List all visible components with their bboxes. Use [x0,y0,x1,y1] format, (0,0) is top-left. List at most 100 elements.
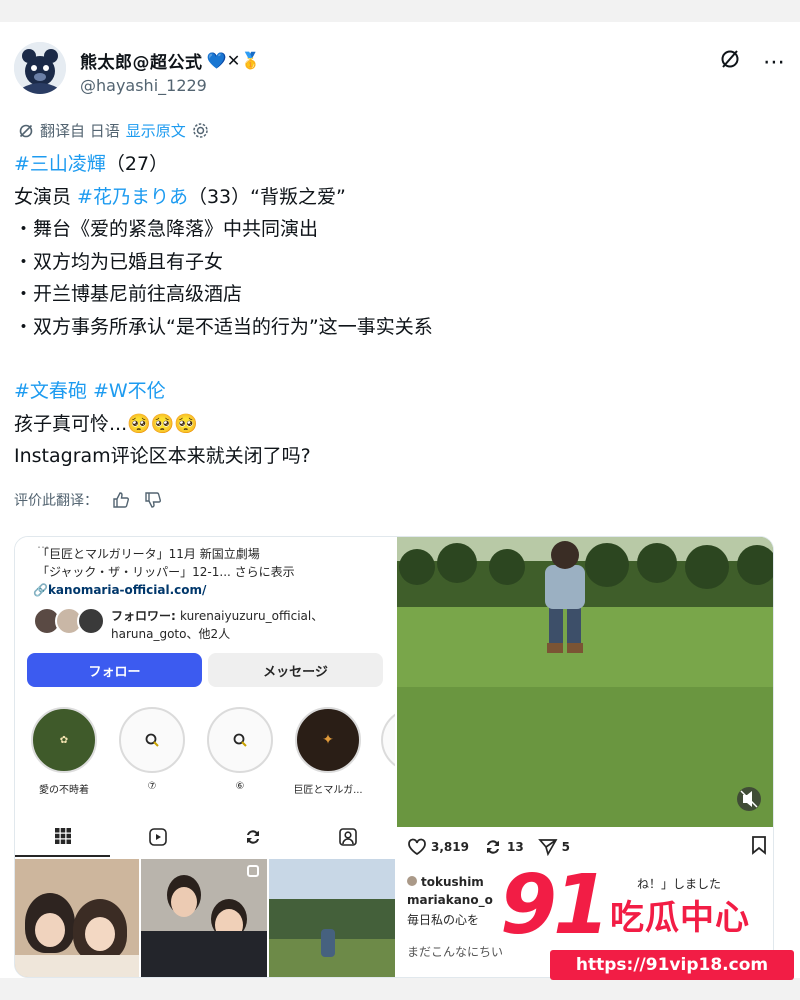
rate-translation-label: 评价此翻译： [14,493,98,509]
follower-avatars [33,607,105,637]
grid-tab-icon[interactable] [15,817,110,857]
settings-gear-icon[interactable] [192,122,209,139]
photo-figure [321,929,335,957]
share-action[interactable]: 5 [537,838,571,856]
heart-icon [408,838,426,856]
post-thumbnail[interactable] [15,859,139,977]
hashtag-link[interactable]: #文春砲 [14,380,87,402]
message-button[interactable]: メッセージ [208,653,383,687]
bookmark-icon[interactable] [751,835,767,860]
photo-face [35,913,65,947]
body-text: 女演员 [14,185,78,208]
highlight-thumb [207,707,273,773]
rate-translation: 评价此翻译： [14,490,162,510]
link-icon: 🔗 [33,583,48,597]
highlight-thumb: ✿ [31,707,97,773]
repost-action[interactable]: 13 [483,838,524,856]
watermark: 91 吃瓜中心 https://91vip18.com [496,858,796,990]
followers-line-1: フォロワー: kurenaiyuzuru_official、 [111,607,323,624]
bio-stage-line-2: 「ジャック・ザ・リッパー」12-1... さらに表示 [37,565,295,579]
highlight-thumb [119,707,185,773]
instagram-profile-screenshot[interactable]: … 「巨匠とマルガリータ」11月 新国立劇場 「ジャック・ザ・リッパー」12-1… [15,537,395,977]
tweet-card: 熊太郎@超公式 💙✕🥇 @hayashi_1229 ⋯ 翻译自 日语 显示原文 … [0,22,800,978]
avatar[interactable] [14,42,66,94]
follow-button[interactable]: フォロー [27,653,202,687]
tagged-tab-icon[interactable] [300,817,395,857]
body-text: （33）“背叛之爱” [187,185,346,208]
followers-line-2: haruna_goto、他2人 [111,627,231,641]
hashtag-link[interactable]: #花乃まりあ [77,186,188,208]
post-photo[interactable] [397,537,773,827]
user-handle[interactable]: @hayashi_1229 [80,76,207,95]
like-action[interactable]: 3,819 [407,838,469,856]
commenter-avatar [407,876,417,886]
reels-tab-icon[interactable] [110,817,205,857]
highlight-label: ⑦ [147,781,157,792]
tweet-body: #三山凌輝（27） 女演员 #花乃まりあ（33）“背叛之爱” ・舞台《爱的紧急降… [14,148,786,473]
post-actions: 3,819 13 5 [407,833,767,861]
body-text: （27） [105,153,169,175]
repost-icon [486,840,499,854]
translation-bar: 翻译自 日语 显示原文 [18,120,209,141]
followers-names: kurenaiyuzuru_official、 [179,609,324,623]
comment-line-4: まだこんなにちい [407,945,504,959]
hashtag-link[interactable]: #三山凌輝 [14,153,106,175]
search-icon [145,733,159,747]
commenter-name[interactable]: tokushim [421,875,484,889]
highlight-label: ⑥ [235,781,245,792]
body-line-9: Instagram评论区本来就关闭了吗? [14,445,311,467]
multi-photo-icon [247,865,259,877]
highlight-item-partial[interactable] [381,707,395,773]
like-count: 3,819 [431,840,469,854]
header-actions: ⋯ [719,48,786,76]
body-line-6: ・双方事务所承认“是不适当的行为”这一事实关系 [14,315,433,338]
more-options-icon[interactable]: ⋯ [763,50,786,75]
watermark-number: 91 [500,858,610,953]
send-icon [537,839,558,856]
tweet-header: 熊太郎@超公式 💙✕🥇 @hayashi_1229 ⋯ [14,42,786,102]
profile-tabs [15,817,395,857]
comment-line-2[interactable]: mariakano_o [407,893,493,907]
followers-label: フォロワー: [111,609,180,623]
name-emojis: 💙✕🥇 [206,51,262,70]
photo-clothing [15,955,139,977]
display-name[interactable]: 熊太郎@超公式 💙✕🥇 [80,48,261,73]
thumbs-down-icon[interactable] [144,491,162,509]
highlight-item[interactable]: ⑦ [117,707,187,792]
display-name-text: 熊太郎@超公式 [80,53,203,73]
highlight-art: ✦ [322,732,334,748]
photo-face [85,917,115,951]
body-line-7: #文春砲 #W不伦 [14,375,786,408]
highlight-label: 巨匠とマルガ... [293,785,363,796]
share-count: 5 [561,840,571,854]
highlight-thumb: ✦ [295,707,361,773]
repost-tab-icon[interactable] [205,817,300,857]
highlight-item[interactable]: ✦ 巨匠とマルガ... [293,707,363,796]
body-line-4: ・双方均为已婚且有子女 [14,250,224,273]
comment-line-1: tokushim ね！」しました [407,875,721,891]
body-line-1: #三山凌輝（27） [14,148,786,181]
watermark-url: https://91vip18.com [550,950,794,980]
translated-from-label: 翻译自 日语 [40,122,120,140]
hashtag-link[interactable]: #W不伦 [93,380,166,402]
highlight-art: ✿ [59,734,69,746]
show-original-link[interactable]: 显示原文 [126,120,186,141]
highlight-label: 愛の不時着 [39,785,89,796]
grok-icon[interactable] [719,48,741,76]
repost-count: 13 [506,840,524,854]
body-line-8: 孩子真可怜...🥺🥺🥺 [14,412,199,435]
body-line-2: 女演员 #花乃まりあ（33）“背叛之爱” [14,181,786,214]
highlight-item[interactable]: ⑥ [205,707,275,792]
watermark-text: 吃瓜中心 [610,898,750,938]
post-thumbnail[interactable] [269,859,395,977]
comment-line-3: 毎日私の心を [407,913,480,927]
highlight-item[interactable]: ✿ 愛の不時着 [29,707,99,796]
website-text: kanomaria-official.com/ [47,583,207,597]
profile-website-link[interactable]: 🔗kanomaria-official.com/ [33,583,206,597]
translate-icon [19,124,33,137]
mute-icon[interactable] [737,787,761,811]
post-thumbnail[interactable] [141,859,267,977]
photo-face [171,887,197,917]
thumbs-up-icon[interactable] [112,491,130,509]
